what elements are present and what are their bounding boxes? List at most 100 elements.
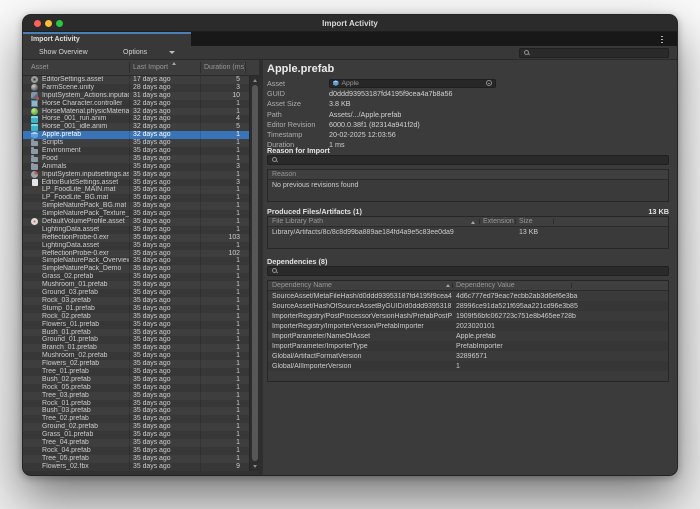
asset-duration: 1 — [200, 400, 249, 408]
asset-list-row[interactable]: Stump_01.prefab 35 days ago 1 — [23, 305, 249, 313]
artifact-path: Library/Artifacts/8c/8c8d99ba889ae184fd4… — [268, 229, 479, 236]
asset-list-row[interactable]: Branch_01.prefab 35 days ago 1 — [23, 344, 249, 352]
asset-list-row[interactable]: InputSystem.inputsettings.asset 35 days … — [23, 171, 249, 179]
asset-list-row[interactable]: Ground_01.prefab 35 days ago 1 — [23, 336, 249, 344]
asset-last-import: 32 days ago — [129, 131, 200, 139]
asset-list-row[interactable]: Scripts 35 days ago 1 — [23, 139, 249, 147]
asset-list-row[interactable]: Tree_03.prefab 35 days ago 1 — [23, 392, 249, 400]
asset-name: Ground_01.prefab — [42, 336, 98, 344]
tab-import-activity[interactable]: Import Activity — [23, 32, 191, 46]
column-header-extension[interactable]: Extension — [479, 218, 515, 225]
window-menu-button[interactable] — [658, 35, 666, 44]
asset-list-row[interactable]: Grass_02.prefab 35 days ago 1 — [23, 273, 249, 281]
column-header-dependency-name[interactable]: Dependency Name — [268, 282, 452, 289]
dependencies-searchbox — [267, 266, 669, 276]
asset-list-row[interactable]: Mushroom_02.prefab 35 days ago 1 — [23, 352, 249, 360]
column-header-dependency-value[interactable]: Dependency Value — [452, 282, 668, 289]
column-header-last-import[interactable]: Last Import — [133, 60, 176, 76]
asset-name: LP_FoodLite_MAIN.mat — [42, 186, 116, 194]
show-overview-button[interactable]: Show Overview — [39, 46, 88, 59]
asset-list-row[interactable]: ReflectionProbe-0.exr 35 days ago 103 — [23, 234, 249, 242]
reason-search-input[interactable] — [281, 156, 664, 164]
dependency-row[interactable]: Global/ArtifactFormatVersion 32896571 — [268, 351, 668, 361]
asset-list-row[interactable]: Rock_02.prefab 35 days ago 1 — [23, 313, 249, 321]
asset-list-row[interactable]: Horse_001_idle.anim 32 days ago 5 — [23, 123, 249, 131]
asset-list-row[interactable]: Tree_04.prefab 35 days ago 1 — [23, 439, 249, 447]
asset-list-row[interactable]: Ground_02.prefab 35 days ago 1 — [23, 423, 249, 431]
asset-list-row[interactable]: SimpleNaturePack_BG.mat 35 days ago 1 — [23, 202, 249, 210]
asset-list-row[interactable]: Rock_05.prefab 35 days ago 1 — [23, 384, 249, 392]
asset-list-row[interactable]: Horse_001_run.anim 32 days ago 4 — [23, 115, 249, 123]
detail-info-rows: Asset Apple GUID d0ddd93953187fd4195f9ce… — [267, 78, 669, 150]
asset-list-row[interactable]: Tree_05.prefab 35 days ago 1 — [23, 455, 249, 463]
reason-table-header[interactable]: Reason — [268, 170, 668, 180]
scrollbar-thumb[interactable] — [252, 85, 258, 461]
options-dropdown[interactable]: Options — [123, 46, 175, 59]
dependency-row[interactable]: ImporterRegistry/PostProcessorVersionHas… — [268, 311, 668, 321]
asset-list-row[interactable]: LightingData.asset 35 days ago 1 — [23, 242, 249, 250]
asset-list-row[interactable]: Horse Character.controller 32 days ago 1 — [23, 100, 249, 108]
asset-list-row[interactable]: LP_FoodLite_BG.mat 35 days ago 1 — [23, 194, 249, 202]
asset-name: SimpleNaturePack_Demo — [42, 265, 121, 273]
asset-list-row[interactable]: Flowers_02.prefab 35 days ago 1 — [23, 360, 249, 368]
asset-list-row[interactable]: Bush_01.prefab 35 days ago 1 — [23, 329, 249, 337]
asset-list-row[interactable]: Food 35 days ago 1 — [23, 155, 249, 163]
asset-list-row[interactable]: ReflectionProbe-0.exr 35 days ago 102 — [23, 250, 249, 258]
folder-icon — [31, 157, 38, 163]
asset-list-row[interactable]: DefaultVolumeProfile.asset 35 days ago 1 — [23, 218, 249, 226]
artifact-row[interactable]: Library/Artifacts/8c/8c8d99ba889ae184fd4… — [268, 227, 668, 237]
dependency-row[interactable]: ImporterRegistry/ImporterVersion/PrefabI… — [268, 321, 668, 331]
asset-list-row[interactable]: HorseMaterial.physicMaterial 32 days ago… — [23, 108, 249, 116]
detail-search-input[interactable] — [533, 49, 664, 57]
asset-list-row[interactable]: LP_FoodLite_MAIN.mat 35 days ago 1 — [23, 186, 249, 194]
asset-object-field[interactable]: Apple — [329, 79, 496, 88]
asset-list-row[interactable]: Apple.prefab 32 days ago 1 — [23, 131, 249, 139]
asset-list-row[interactable]: Environment 35 days ago 1 — [23, 147, 249, 155]
asset-list-row[interactable]: Ground_03.prefab 35 days ago 1 — [23, 289, 249, 297]
asset-list-row[interactable]: SimpleNaturePack_Demo 35 days ago 1 — [23, 265, 249, 273]
asset-duration: 1 — [200, 384, 249, 392]
dependency-row[interactable]: Global/AllImporterVersion 1 — [268, 361, 668, 371]
asset-list-row[interactable]: Rock_01.prefab 35 days ago 1 — [23, 400, 249, 408]
dependency-row[interactable]: ImportParameter/NameOfAsset Apple.prefab — [268, 331, 668, 341]
asset-list-row[interactable]: Bush_02.prefab 35 days ago 1 — [23, 376, 249, 384]
asset-list-row[interactable]: Bush_03.prefab 35 days ago 1 — [23, 407, 249, 415]
column-header-size[interactable]: Size — [515, 218, 553, 225]
asset-list-row[interactable]: SimpleNaturePack_Texture_01.png 35 days … — [23, 210, 249, 218]
dependency-row[interactable]: SourceAsset/HashOfSourceAssetByGUID/d0dd… — [268, 301, 668, 311]
detail-info-row: GUID d0ddd93953187fd4195f9cea4a7b8a56 — [267, 88, 669, 98]
asset-name: Bush_03.prefab — [42, 407, 91, 415]
asset-name: Rock_02.prefab — [42, 313, 91, 321]
dependency-name: SourceAsset/HashOfSourceAssetByGUID/d0dd… — [268, 303, 452, 310]
asset-list-row[interactable]: Flowers_01.prefab 35 days ago 1 — [23, 321, 249, 329]
asset-name: Grass_01.prefab — [42, 431, 93, 439]
dependencies-search-input[interactable] — [281, 267, 664, 275]
asset-list-row[interactable]: Flowers_02.fbx 35 days ago 9 — [23, 463, 249, 471]
asset-list-row[interactable]: Rock_04.prefab 35 days ago 1 — [23, 447, 249, 455]
asset-last-import: 17 days ago — [129, 76, 200, 84]
asset-list-row[interactable]: EditorBuildSettings.asset 35 days ago 3 — [23, 179, 249, 187]
asset-name: LightingData.asset — [42, 226, 99, 234]
import-activity-window: Import Activity Import Activity Show Ove… — [22, 14, 678, 476]
asset-list-row[interactable]: Grass_01.prefab 35 days ago 1 — [23, 431, 249, 439]
asset-name: ReflectionProbe-0.exr — [42, 234, 109, 242]
asset-list-row[interactable]: EditorSettings.asset 17 days ago 5 — [23, 76, 249, 84]
object-picker-icon[interactable] — [486, 80, 492, 86]
asset-list-row[interactable]: Tree_01.prefab 35 days ago 1 — [23, 368, 249, 376]
column-separator — [245, 62, 246, 73]
column-header-file-library-path[interactable]: File Library Path — [268, 218, 479, 225]
asset-list-row[interactable]: FarmScene.unity 28 days ago 3 — [23, 84, 249, 92]
reason-row[interactable]: No previous revisions found — [268, 180, 668, 190]
dependency-row[interactable]: SourceAsset/MetaFileHash/d0ddd93953187fd… — [268, 291, 668, 301]
asset-list-row[interactable]: Mushroom_01.prefab 35 days ago 1 — [23, 281, 249, 289]
column-header-duration[interactable]: Duration (ms) — [204, 60, 246, 76]
dependency-row[interactable]: ImportParameter/ImporterType PrefabImpor… — [268, 341, 668, 351]
column-header-asset[interactable]: Asset — [31, 60, 49, 76]
asset-list-row[interactable]: Rock_03.prefab 35 days ago 1 — [23, 297, 249, 305]
asset-list-row[interactable]: Tree_02.prefab 35 days ago 1 — [23, 415, 249, 423]
asset-list-row[interactable]: LightingData.asset 35 days ago 1 — [23, 226, 249, 234]
asset-list-row[interactable]: Animals 35 days ago 3 — [23, 163, 249, 171]
asset-list-row[interactable]: SimpleNaturePack_Overview 35 days ago 1 — [23, 257, 249, 265]
asset-list-scrollbar[interactable] — [249, 76, 259, 471]
asset-list-row[interactable]: InputSystem_Actions.inputactions 31 days… — [23, 92, 249, 100]
